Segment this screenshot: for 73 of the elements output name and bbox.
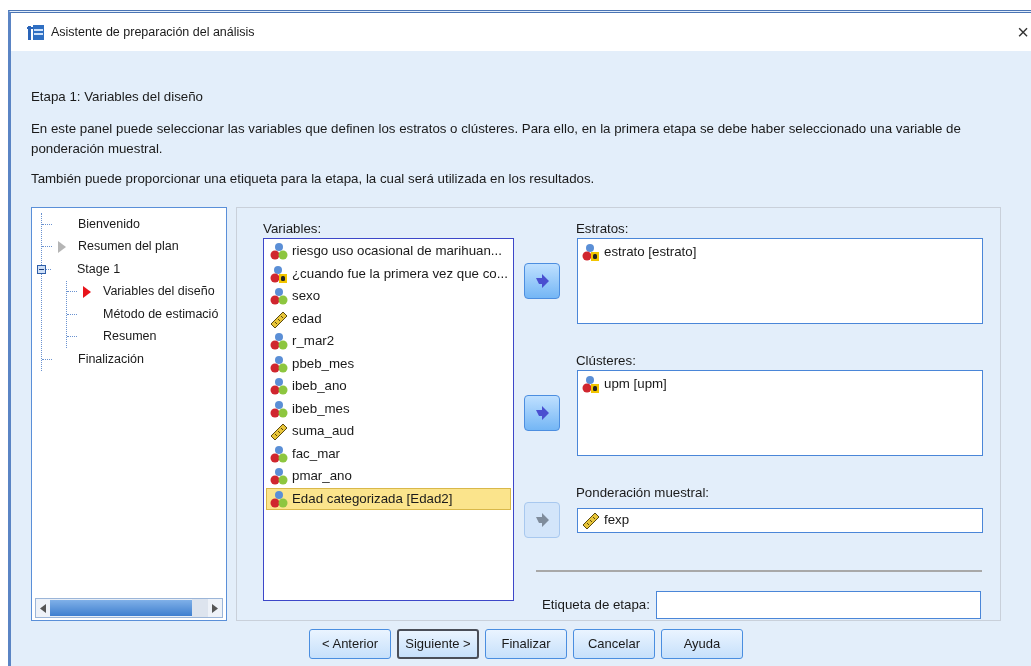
- move-button[interactable]: [524, 395, 560, 431]
- variable-item[interactable]: ¿cuando fue la primera vez que co...: [266, 262, 511, 285]
- target-list[interactable]: upm [upm]: [577, 370, 983, 456]
- window-title: Asistente de preparación del análisis: [51, 23, 255, 41]
- nominal-variable-icon: [270, 242, 288, 261]
- nominal-variable-icon: [270, 377, 288, 396]
- tree-item[interactable]: Variables del diseño: [103, 282, 215, 302]
- variable-item[interactable]: sexo: [266, 285, 511, 308]
- variable-item: estrato [estrato]: [604, 243, 697, 262]
- visited-step-icon: [58, 240, 66, 253]
- variable-item[interactable]: ibeb_mes: [266, 397, 511, 420]
- tree-item[interactable]: Resumen: [103, 327, 157, 347]
- nominal-variable-icon: [270, 332, 288, 351]
- target-label: Estratos:: [576, 220, 630, 238]
- variable-item[interactable]: fac_mar: [266, 442, 511, 465]
- nominal-variable-icon: [270, 467, 288, 486]
- move-button[interactable]: [524, 263, 560, 299]
- string-variable-icon: [270, 264, 288, 283]
- horizontal-scrollbar[interactable]: [35, 598, 223, 618]
- app-icon: [27, 23, 45, 41]
- description-text: También puede proporcionar una etiqueta para la etapa, la cual será utilizada en los resultados.: [31, 170, 596, 188]
- variable-item[interactable]: pbeb_mes: [266, 352, 511, 375]
- variable-item[interactable]: pmar_ano: [266, 465, 511, 488]
- wizard-button[interactable]: Ayuda: [661, 629, 743, 659]
- wizard-button[interactable]: Cancelar: [573, 629, 655, 659]
- target-list[interactable]: estrato [estrato]: [577, 238, 983, 324]
- ruler-icon: [270, 422, 288, 441]
- right-arrow-icon: [212, 603, 218, 613]
- variable-item[interactable]: riesgo uso ocasional de marihuan...: [266, 240, 511, 263]
- ruler-icon: [582, 510, 600, 529]
- string-variable-icon: [582, 375, 600, 393]
- variable-item[interactable]: r_mar2: [266, 330, 511, 353]
- nominal-variable-icon: [270, 354, 288, 373]
- stage-label-field[interactable]: [655, 591, 981, 619]
- variable-item[interactable]: Edad categorizada [Edad2]: [266, 487, 511, 510]
- target-label: Ponderación muestral:: [576, 484, 711, 502]
- left-arrow-icon: [40, 603, 46, 613]
- scrollbar-thumb[interactable]: [50, 600, 192, 616]
- wizard-button[interactable]: Siguiente >: [397, 629, 479, 659]
- arrow-icon: [535, 513, 549, 527]
- target-label: Clústeres:: [576, 352, 637, 370]
- variable-item[interactable]: edad: [266, 307, 511, 330]
- string-variable-icon: [582, 243, 600, 261]
- step-title: Etapa 1: Variables del diseño: [31, 88, 204, 105]
- wizard-button[interactable]: Finalizar: [485, 629, 567, 659]
- collapse-toggle-icon[interactable]: [37, 264, 46, 274]
- tree-item[interactable]: Finalización: [78, 349, 144, 369]
- close-button[interactable]: ×: [1015, 22, 1031, 42]
- nominal-variable-icon: [270, 287, 288, 306]
- variables-label: Variables:: [263, 220, 323, 238]
- description-text: En este panel puede seleccionar las variables que definen los estratos o clústeres. Para ello, en la primera etapa se debe haber seleccionado una variable de ponderación muestral.: [31, 120, 962, 158]
- variables-list[interactable]: riesgo uso ocasional de marihuan... ¿cuando fue la primera vez que co... sexo edad r_mar2 pbeb_mes ibeb_ano ibeb_mes suma_aud fac_mar pmar_ano Edad categorizada [Edad2]: [263, 238, 514, 601]
- variable-item: fexp: [604, 510, 630, 529]
- variable-item: upm [upm]: [604, 375, 667, 394]
- tree-item[interactable]: Bienvenido: [78, 214, 140, 234]
- current-step-icon: [83, 285, 91, 298]
- scroll-right-button[interactable]: [208, 599, 222, 617]
- variable-item[interactable]: ibeb_ano: [266, 375, 511, 398]
- scrollbar-track: [192, 599, 208, 617]
- tree-item[interactable]: Resumen del plan: [78, 237, 179, 257]
- target-field[interactable]: fexp: [577, 507, 983, 533]
- nominal-variable-icon: [270, 489, 288, 508]
- nominal-variable-icon: [270, 444, 288, 463]
- arrow-icon: [535, 274, 549, 288]
- variable-item[interactable]: suma_aud: [266, 420, 511, 443]
- ruler-icon: [270, 309, 288, 328]
- tree-item[interactable]: Método de estimació: [103, 304, 219, 324]
- stage-label-label: Etiqueta de etapa:: [542, 596, 650, 615]
- scroll-left-button[interactable]: [36, 599, 50, 617]
- nominal-variable-icon: [270, 399, 288, 418]
- tree-item[interactable]: Stage 1: [77, 259, 121, 279]
- wizard-button[interactable]: < Anterior: [309, 629, 391, 659]
- arrow-icon: [535, 406, 549, 420]
